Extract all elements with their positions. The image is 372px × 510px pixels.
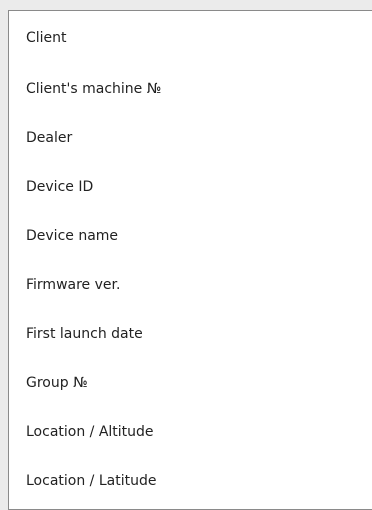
option-list: Client Client's machine № Dealer Device …: [9, 11, 372, 505]
option-device-id[interactable]: Device ID: [9, 162, 372, 211]
option-location-latitude[interactable]: Location / Latitude: [9, 456, 372, 505]
option-first-launch-date[interactable]: First launch date: [9, 309, 372, 358]
option-firmware-version[interactable]: Firmware ver.: [9, 260, 372, 309]
option-dealer[interactable]: Dealer: [9, 113, 372, 162]
option-location-altitude[interactable]: Location / Altitude: [9, 407, 372, 456]
option-client[interactable]: Client: [9, 11, 372, 64]
option-device-name[interactable]: Device name: [9, 211, 372, 260]
column-select-dropdown[interactable]: Client Client's machine № Dealer Device …: [8, 10, 372, 510]
option-group-number[interactable]: Group №: [9, 358, 372, 407]
option-clients-machine-number[interactable]: Client's machine №: [9, 64, 372, 113]
